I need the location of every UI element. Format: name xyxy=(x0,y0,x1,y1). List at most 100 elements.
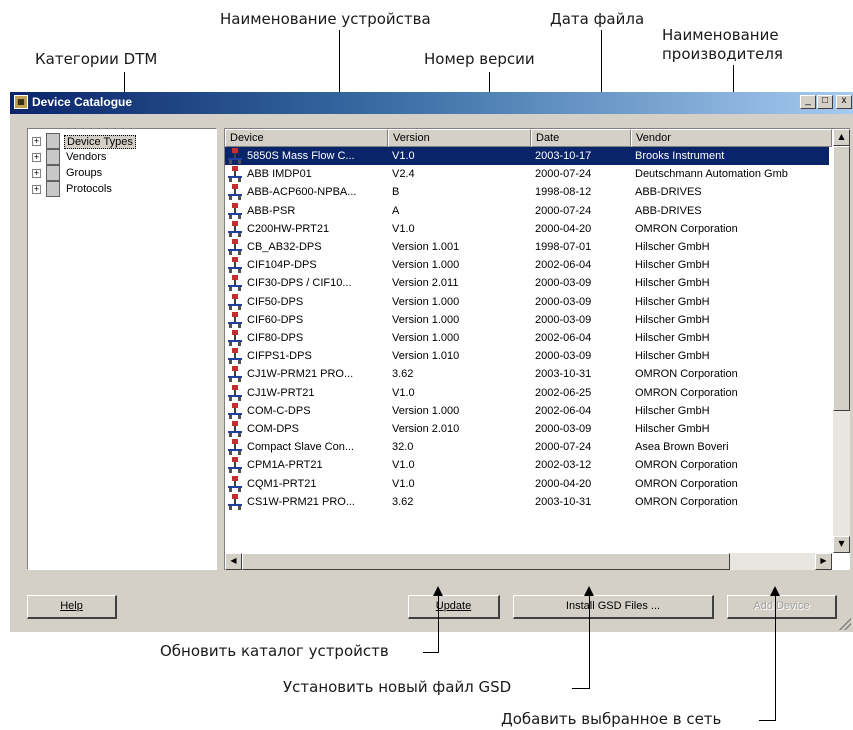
callout-arrow xyxy=(770,586,780,596)
cell-date: 2000-03-09 xyxy=(535,277,592,290)
callout-update-catalog: Обновить каталог устройств xyxy=(160,642,389,660)
callout-line xyxy=(775,596,776,720)
column-header-device[interactable]: Device xyxy=(225,129,388,147)
table-row[interactable]: CIF30-DPS / CIF10... Version 2.011 2000-03… xyxy=(225,274,829,292)
table-row[interactable]: CB_AB32-DPS Version 1.001 1998-07-01 Hilsch… xyxy=(225,238,829,256)
dtm-category-tree[interactable]: + Device Types + Vendors + Groups + Prot… xyxy=(27,128,217,570)
minimize-button[interactable]: _ xyxy=(800,95,816,109)
cell-vendor: OMRON Corporation xyxy=(635,222,738,235)
callout-add-selected: Добавить выбранное в сеть xyxy=(501,710,722,728)
table-row[interactable]: C200HW-PRT21 V1.0 2000-04-20 OMRON Corporat… xyxy=(225,220,829,238)
table-row[interactable]: CJ1W-PRM21 PRO... 3.62 2003-10-31 OMRON Cor… xyxy=(225,365,829,383)
cell-date: 2000-07-24 xyxy=(535,204,592,217)
cell-date: 2000-03-09 xyxy=(535,423,592,435)
table-row[interactable]: 5850S Mass Flow C... V1.0 2003-10-17 Brooks… xyxy=(225,147,829,165)
expand-icon[interactable]: + xyxy=(32,153,41,162)
cell-version: Version 2.010 xyxy=(392,423,460,435)
add-device-button[interactable]: Add Device xyxy=(727,595,837,619)
cell-date: 1998-08-12 xyxy=(535,186,592,199)
vertical-scrollbar[interactable]: ▲ ▼ xyxy=(833,129,850,553)
install-gsd-button[interactable]: Install GSD Files ... xyxy=(513,595,714,619)
column-header-version[interactable]: Version xyxy=(388,129,531,147)
scroll-up-arrow-icon[interactable]: ▲ xyxy=(833,129,850,146)
table-row[interactable]: ABB IMDP01 V2.4 2000-07-24 Deutschmann Auto… xyxy=(225,165,829,183)
table-row[interactable]: Compact Slave Con... 32.0 2000-07-24 Asea B… xyxy=(225,438,829,456)
horizontal-scrollbar[interactable]: ◀ ▶ xyxy=(225,553,832,570)
callout-manufacturer-line1: Наименование xyxy=(662,26,779,44)
cell-date: 2000-03-09 xyxy=(535,313,592,326)
cell-vendor: OMRON Corporation xyxy=(635,477,738,490)
table-row[interactable]: CS1W-PRM21 PRO... 3.62 2003-10-31 OMRON Cor… xyxy=(225,493,829,511)
table-row[interactable]: CIF104P-DPS Version 1.000 2002-06-04 Hilsch… xyxy=(225,256,829,274)
callout-arrow xyxy=(433,586,443,596)
cell-device: CQM1-PRT21 xyxy=(247,477,317,490)
table-row[interactable]: CJ1W-PRT21 V1.0 2002-06-25 OMRON Corporatio… xyxy=(225,384,829,402)
table-row[interactable]: CPM1A-PRT21 V1.0 2002-03-12 OMRON Corporati… xyxy=(225,456,829,474)
table-row[interactable]: CIF60-DPS Version 1.000 2000-03-09 Hilscher… xyxy=(225,311,829,329)
expand-icon[interactable]: + xyxy=(32,137,41,146)
cell-device: ABB-ACP600-NPBA... xyxy=(247,186,357,199)
cell-vendor: Hilscher GmbH xyxy=(635,313,710,326)
cell-date: 2000-03-09 xyxy=(535,295,592,308)
cell-version: Version 1.000 xyxy=(392,259,460,272)
cell-vendor: OMRON Corporation xyxy=(635,495,738,508)
cell-device: CJ1W-PRT21 xyxy=(247,386,315,399)
folder-icon xyxy=(46,165,60,181)
cell-device: CIF80-DPS xyxy=(247,332,304,344)
add-device-button-label: Add Device xyxy=(753,600,810,612)
title-bar[interactable]: ▦ Device Catalogue _ □ x xyxy=(10,92,853,114)
expand-icon[interactable]: + xyxy=(32,169,41,178)
callout-manufacturer-line2: производителя xyxy=(662,45,783,63)
cell-date: 2002-06-04 xyxy=(535,404,592,417)
callout-install-gsd: Установить новый файл GSD xyxy=(283,678,512,696)
device-list[interactable]: Device Version Date Vendor 5850S Mass Fl… xyxy=(224,128,850,570)
cell-device: ABB-PSR xyxy=(247,204,296,217)
table-row[interactable]: CQM1-PRT21 V1.0 2000-04-20 OMRON Corporatio… xyxy=(225,475,829,493)
cell-version: 32.0 xyxy=(392,441,414,454)
cell-date: 2002-06-04 xyxy=(535,259,592,272)
table-row[interactable]: ABB-ACP600-NPBA... B 1998-08-12 ABB-DRIVES xyxy=(225,183,829,201)
scroll-right-arrow-icon[interactable]: ▶ xyxy=(815,553,832,570)
scroll-down-arrow-icon[interactable]: ▼ xyxy=(833,536,850,553)
folder-icon xyxy=(46,149,60,165)
cell-date: 2003-10-31 xyxy=(535,495,592,508)
update-button[interactable]: Update xyxy=(408,595,500,619)
table-row[interactable]: COM-C-DPS Version 1.000 2002-06-04 Hilscher… xyxy=(225,402,829,420)
maximize-button[interactable]: □ xyxy=(817,95,833,109)
cell-version: B xyxy=(392,186,400,199)
cell-vendor: Asea Brown Boveri xyxy=(635,441,729,454)
table-row[interactable]: CIFPS1-DPS Version 1.010 2000-03-09 Hilsche… xyxy=(225,347,829,365)
close-button[interactable]: x xyxy=(836,95,852,109)
table-row[interactable]: COM-DPS Version 2.010 2000-03-09 Hilscher G… xyxy=(225,420,829,438)
scroll-left-arrow-icon[interactable]: ◀ xyxy=(225,553,242,570)
cell-vendor: Hilscher GmbH xyxy=(635,423,710,435)
cell-vendor: OMRON Corporation xyxy=(635,368,738,381)
cell-version: V1.0 xyxy=(392,459,415,472)
cell-version: Version 1.000 xyxy=(392,313,460,326)
cell-vendor: Brooks Instrument xyxy=(635,150,725,162)
folder-icon xyxy=(46,181,60,197)
help-button[interactable]: Help xyxy=(27,595,117,619)
callout-line xyxy=(423,652,439,653)
expand-icon[interactable]: + xyxy=(32,185,41,194)
cell-vendor: Hilscher GmbH xyxy=(635,259,710,272)
horizontal-scroll-thumb[interactable] xyxy=(242,553,730,570)
callout-file-date: Дата файла xyxy=(550,10,645,28)
table-row[interactable]: ABB-PSR A 2000-07-24 ABB-DRIVES xyxy=(225,202,829,220)
cell-vendor: Hilscher GmbH xyxy=(635,277,710,290)
window-title: Device Catalogue xyxy=(32,95,133,109)
column-header-date[interactable]: Date xyxy=(531,129,631,147)
resize-grip-icon[interactable] xyxy=(839,618,851,630)
cell-version: V1.0 xyxy=(392,222,415,235)
cell-device: CJ1W-PRM21 PRO... xyxy=(247,368,354,381)
table-row[interactable]: CIF80-DPS Version 1.000 2002-06-04 Hilscher… xyxy=(225,329,829,347)
table-row[interactable]: CIF50-DPS Version 1.000 2000-03-09 Hilscher… xyxy=(225,293,829,311)
cell-vendor: Hilscher GmbH xyxy=(635,350,710,363)
column-header-vendor[interactable]: Vendor xyxy=(631,129,832,147)
callout-dtm-categories: Категории DTM xyxy=(35,50,158,68)
vertical-scroll-thumb[interactable] xyxy=(833,146,850,411)
cell-date: 2002-06-25 xyxy=(535,386,592,399)
cell-device: COM-DPS xyxy=(247,423,299,435)
cell-vendor: Deutschmann Automation Gmb xyxy=(635,168,788,181)
cell-version: 3.62 xyxy=(392,368,414,381)
